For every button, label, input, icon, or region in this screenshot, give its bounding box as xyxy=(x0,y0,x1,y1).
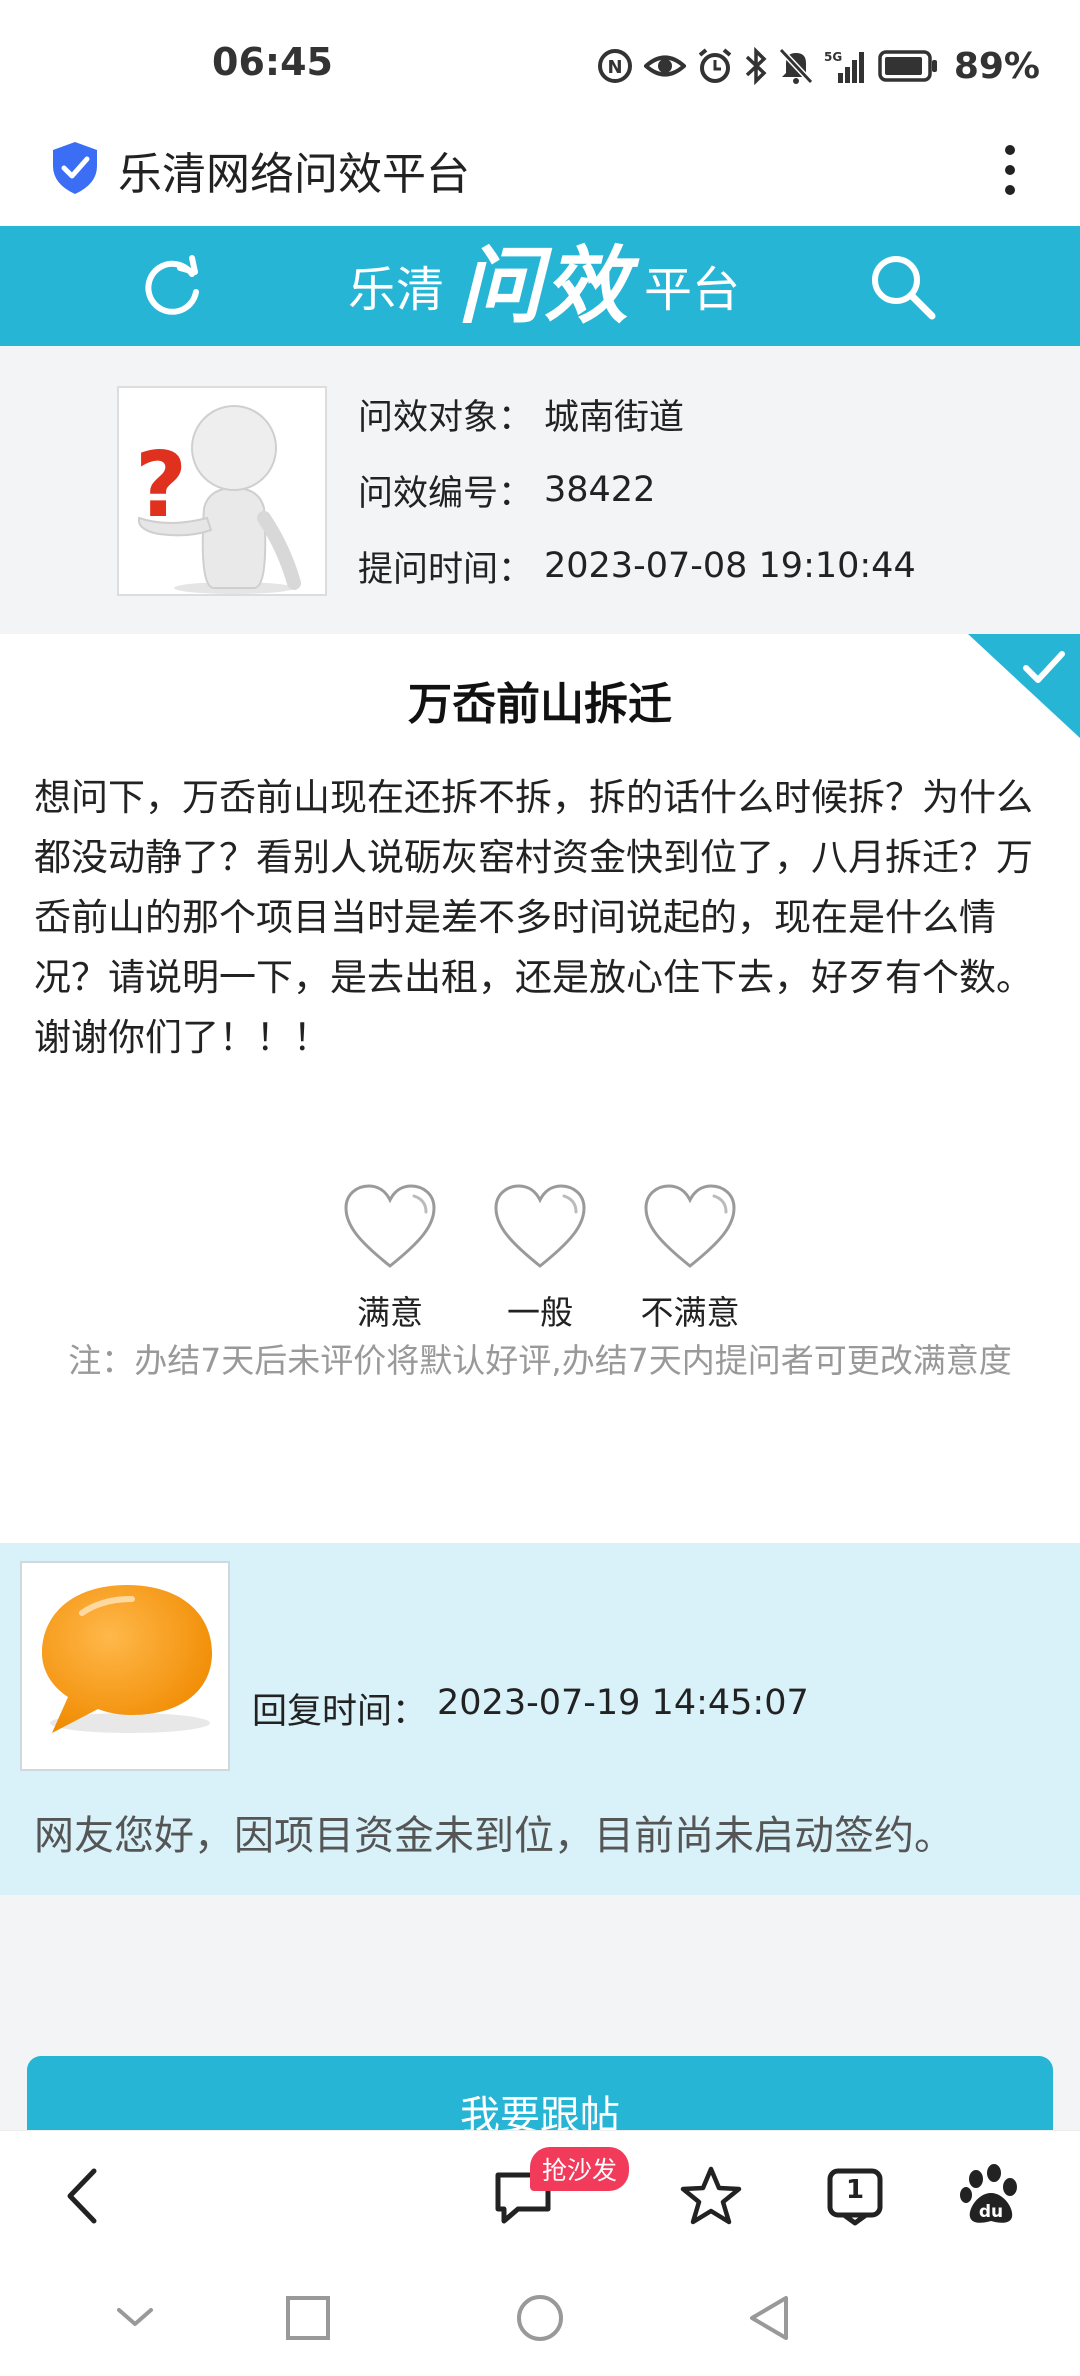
browser-title-bar: 乐清网络问效平台 xyxy=(0,130,1080,226)
alarm-icon xyxy=(698,48,732,83)
rating-label: 不满意 xyxy=(640,1293,740,1332)
browser-page-title: 乐清网络问效平台 xyxy=(118,149,470,200)
mute-icon xyxy=(778,47,814,85)
svg-text:?: ? xyxy=(135,433,187,538)
reply-section: 回复时间： 2023-07-19 14:45:07 网友您好，因项目资金未到位，… xyxy=(0,1543,1080,1895)
info-value: 城南街道 xyxy=(544,397,685,438)
rating-options: 满意 一般 不满意 xyxy=(330,1180,750,1334)
info-value: 38422 xyxy=(544,470,656,510)
more-icon[interactable] xyxy=(1000,140,1020,200)
info-row-number: 问效编号： 38422 xyxy=(358,452,916,528)
info-rows: 问效对象： 城南街道 问效编号： 38422 提问时间： 2023-07-08 … xyxy=(358,376,916,604)
home-icon[interactable] xyxy=(510,2288,570,2348)
question-info: ? 问效对象： 城南街道 问效编号： 38422 提问时间： 2023-07-0… xyxy=(0,346,1080,634)
logo-prefix: 乐清 xyxy=(348,262,445,318)
reply-text: 网友您好，因项目资金未到位，目前尚未启动签约。 xyxy=(34,1813,954,1859)
tabs-icon[interactable]: 1 xyxy=(820,2161,890,2231)
status-icons: N 5G 89% xyxy=(596,44,1040,88)
system-navigation-bar xyxy=(0,2260,1080,2376)
info-row-target: 问效对象： 城南街道 xyxy=(358,376,916,452)
reply-time-label: 回复时间： xyxy=(252,1692,428,1732)
status-time: 06:45 xyxy=(212,40,333,84)
battery-icon xyxy=(878,50,937,82)
info-value: 2023-07-08 19:10:44 xyxy=(544,546,916,586)
rating-label: 一般 xyxy=(507,1293,573,1332)
svg-text:N: N xyxy=(607,57,622,78)
heart-icon[interactable] xyxy=(490,1180,590,1272)
logo-suffix: 平台 xyxy=(644,262,741,318)
nfc-icon: N xyxy=(597,49,632,83)
rating-neutral[interactable]: 一般 xyxy=(480,1180,600,1334)
logo-main: 问效 xyxy=(458,237,631,335)
reply-time-value: 2023-07-19 14:45:07 xyxy=(437,1683,809,1723)
battery-percent: 89% xyxy=(953,45,1040,87)
info-label: 问效对象： xyxy=(358,397,534,438)
site-header: 乐清 问效 平台 xyxy=(0,226,1080,346)
heart-icon[interactable] xyxy=(340,1180,440,1272)
status-bar: 06:45 N 5G 89% xyxy=(0,0,1080,130)
baidu-icon[interactable]: du xyxy=(956,2161,1026,2231)
rating-note: 注：办结7天后未评价将默认好评,办结7天内提问者可更改满意度 xyxy=(68,1341,1012,1380)
nav-back-icon[interactable] xyxy=(740,2288,800,2348)
back-icon[interactable] xyxy=(50,2161,120,2231)
recents-icon[interactable] xyxy=(278,2288,338,2348)
sofa-badge: 抢沙发 xyxy=(530,2147,630,2191)
question-person-icon: ? xyxy=(135,405,301,594)
chevron-down-icon[interactable] xyxy=(105,2288,165,2348)
question-body: 想问下，万岙前山现在还拆不拆，拆的话什么时候拆？为什么都没动静了？看别人说砺灰窑… xyxy=(34,776,1033,1059)
bluetooth-icon xyxy=(745,47,767,85)
question-title: 万岙前山拆迁 xyxy=(408,679,672,730)
asker-avatar: ? xyxy=(117,386,327,596)
info-row-time: 提问时间： 2023-07-08 19:10:44 xyxy=(358,528,916,604)
heart-icon[interactable] xyxy=(640,1180,740,1272)
site-logo: 乐清 问效 平台 xyxy=(348,238,740,334)
refresh-icon[interactable] xyxy=(140,254,206,320)
reply-avatar xyxy=(20,1561,230,1771)
signal-5g-icon: 5G xyxy=(824,50,864,83)
eye-icon xyxy=(643,55,686,77)
browser-bottom-toolbar: 抢沙发 1 du xyxy=(0,2130,1080,2260)
tabs-count: 1 xyxy=(845,2175,865,2205)
svg-text:5G: 5G xyxy=(824,50,842,64)
shield-icon xyxy=(53,142,97,194)
info-label: 问效编号： xyxy=(358,473,534,514)
rating-satisfied[interactable]: 满意 xyxy=(330,1180,450,1334)
reply-time: 回复时间： 2023-07-19 14:45:07 xyxy=(252,1683,809,1734)
star-icon[interactable] xyxy=(676,2161,746,2231)
info-label: 提问时间： xyxy=(358,549,534,590)
speech-bubble-icon xyxy=(42,1585,212,1733)
svg-text:du: du xyxy=(979,2202,1003,2222)
rating-label: 满意 xyxy=(357,1293,423,1332)
rating-unsatisfied[interactable]: 不满意 xyxy=(630,1180,750,1334)
search-icon[interactable] xyxy=(868,252,938,322)
